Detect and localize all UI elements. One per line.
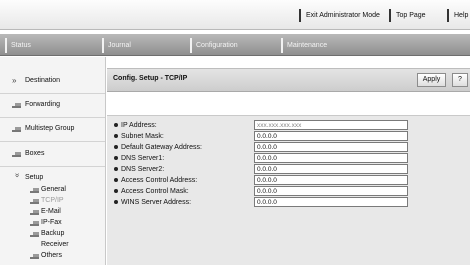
access-control-address-label: Access Control Address: xyxy=(121,177,198,184)
main-panel: Config. Setup - TCP/IP Apply ? IP Addres… xyxy=(107,57,470,265)
top-page-link[interactable]: Top Page xyxy=(389,9,444,22)
sidebar-subitem-backup-receiver-line2[interactable]: Receiver xyxy=(41,240,69,250)
sidebar-subitem-general[interactable]: General xyxy=(30,185,66,195)
form-row-access-control-address: Access Control Address: xyxy=(107,175,470,186)
sidebar-item-label: Setup xyxy=(25,174,44,181)
folder-bars-icon xyxy=(30,209,39,215)
subnet-mask-label: Subnet Mask: xyxy=(121,133,164,140)
sidebar-subitem-tcpip[interactable]: TCP/IP xyxy=(30,196,64,206)
wins-server-input[interactable] xyxy=(254,197,408,207)
bullet-icon xyxy=(114,123,118,127)
bullet-icon xyxy=(114,145,118,149)
bullet-icon xyxy=(114,167,118,171)
page-title: Config. Setup - TCP/IP xyxy=(113,75,188,82)
default-gateway-label: Default Gateway Address: xyxy=(121,144,202,151)
sidebar-divider xyxy=(0,93,105,94)
form-row-dns-server2: DNS Server2: xyxy=(107,164,470,175)
bullet-icon xyxy=(114,156,118,160)
apply-button[interactable]: Apply xyxy=(417,73,446,87)
sidebar-subitem-label: Receiver xyxy=(41,241,69,248)
folder-bars-icon xyxy=(30,187,39,193)
sidebar-subitem-label: IP-Fax xyxy=(41,219,62,226)
sidebar-divider xyxy=(0,166,105,167)
double-chevron-down-icon: » xyxy=(13,173,22,178)
folder-bars-icon xyxy=(30,198,39,204)
tab-configuration[interactable]: Configuration xyxy=(190,38,238,53)
default-gateway-input[interactable] xyxy=(254,142,408,152)
ip-address-input[interactable] xyxy=(254,120,408,130)
folder-bars-icon xyxy=(30,231,39,237)
sidebar-divider xyxy=(0,141,105,142)
bullet-icon xyxy=(114,178,118,182)
dns-server2-label: DNS Server2: xyxy=(121,166,165,173)
sidebar-item-destination[interactable]: » Destination xyxy=(12,75,60,87)
sidebar-subitem-backup-receiver[interactable]: Backup xyxy=(30,229,64,239)
access-control-mask-label: Access Control Mask: xyxy=(121,188,189,195)
sidebar: » Destination Forwarding Multistep Group… xyxy=(0,57,106,265)
sidebar-subitem-label: E-Mail xyxy=(41,208,61,215)
page-header: Config. Setup - TCP/IP Apply ? xyxy=(107,68,470,92)
folder-bars-icon xyxy=(12,151,22,157)
folder-bars-icon xyxy=(12,126,22,132)
access-control-mask-input[interactable] xyxy=(254,186,408,196)
sidebar-item-label: Destination xyxy=(25,77,61,84)
sidebar-item-multistep-group[interactable]: Multistep Group xyxy=(12,123,74,135)
sidebar-item-label: Boxes xyxy=(25,150,45,157)
folder-bars-icon xyxy=(30,220,39,226)
subnet-mask-input[interactable] xyxy=(254,131,408,141)
help-button[interactable]: ? xyxy=(452,73,468,87)
sidebar-item-forwarding[interactable]: Forwarding xyxy=(12,99,60,111)
tab-bar: Status Journal Configuration Maintenance xyxy=(0,34,470,56)
dns-server2-input[interactable] xyxy=(254,164,408,174)
form-row-subnet-mask: Subnet Mask: xyxy=(107,131,470,142)
sidebar-subitem-others[interactable]: Others xyxy=(30,251,62,261)
folder-bars-icon xyxy=(12,102,22,108)
tab-maintenance[interactable]: Maintenance xyxy=(281,38,327,53)
form-row-wins-server: WINS Server Address: xyxy=(107,197,470,208)
top-bar: Exit Administrator Mode Top Page Help xyxy=(0,0,470,30)
form-row-dns-server1: DNS Server1: xyxy=(107,153,470,164)
sidebar-subitem-label: Others xyxy=(41,252,63,259)
access-control-address-input[interactable] xyxy=(254,175,408,185)
bullet-icon xyxy=(114,189,118,193)
sidebar-item-label: Multistep Group xyxy=(25,125,75,132)
dns-server1-input[interactable] xyxy=(254,153,408,163)
sidebar-item-boxes[interactable]: Boxes xyxy=(12,148,44,160)
sidebar-subitem-email[interactable]: E-Mail xyxy=(30,207,61,217)
sidebar-divider xyxy=(0,117,105,118)
form-row-ip-address: IP Address: xyxy=(107,120,470,131)
form-row-default-gateway: Default Gateway Address: xyxy=(107,142,470,153)
sidebar-subitem-label: Backup xyxy=(41,230,65,237)
double-chevron-right-icon: » xyxy=(12,76,17,85)
sidebar-item-label: Forwarding xyxy=(25,101,61,108)
exit-admin-mode-link[interactable]: Exit Administrator Mode xyxy=(299,9,383,22)
sidebar-item-setup[interactable]: » Setup xyxy=(12,172,43,184)
help-link[interactable]: Help xyxy=(447,9,470,22)
wins-server-label: WINS Server Address: xyxy=(121,199,192,206)
sidebar-subitem-label: TCP/IP xyxy=(41,197,64,204)
bullet-icon xyxy=(114,134,118,138)
ip-address-label: IP Address: xyxy=(121,122,157,129)
dns-server1-label: DNS Server1: xyxy=(121,155,165,162)
bullet-icon xyxy=(114,200,118,204)
folder-bars-icon xyxy=(30,253,39,259)
sidebar-subitem-label: General xyxy=(41,186,66,193)
sidebar-subitem-ipfax[interactable]: IP-Fax xyxy=(30,218,62,228)
tab-journal[interactable]: Journal xyxy=(102,38,131,53)
form-row-access-control-mask: Access Control Mask: xyxy=(107,186,470,197)
tcpip-form: IP Address: Subnet Mask: Default Gateway… xyxy=(107,115,470,265)
tab-status[interactable]: Status xyxy=(5,38,31,53)
